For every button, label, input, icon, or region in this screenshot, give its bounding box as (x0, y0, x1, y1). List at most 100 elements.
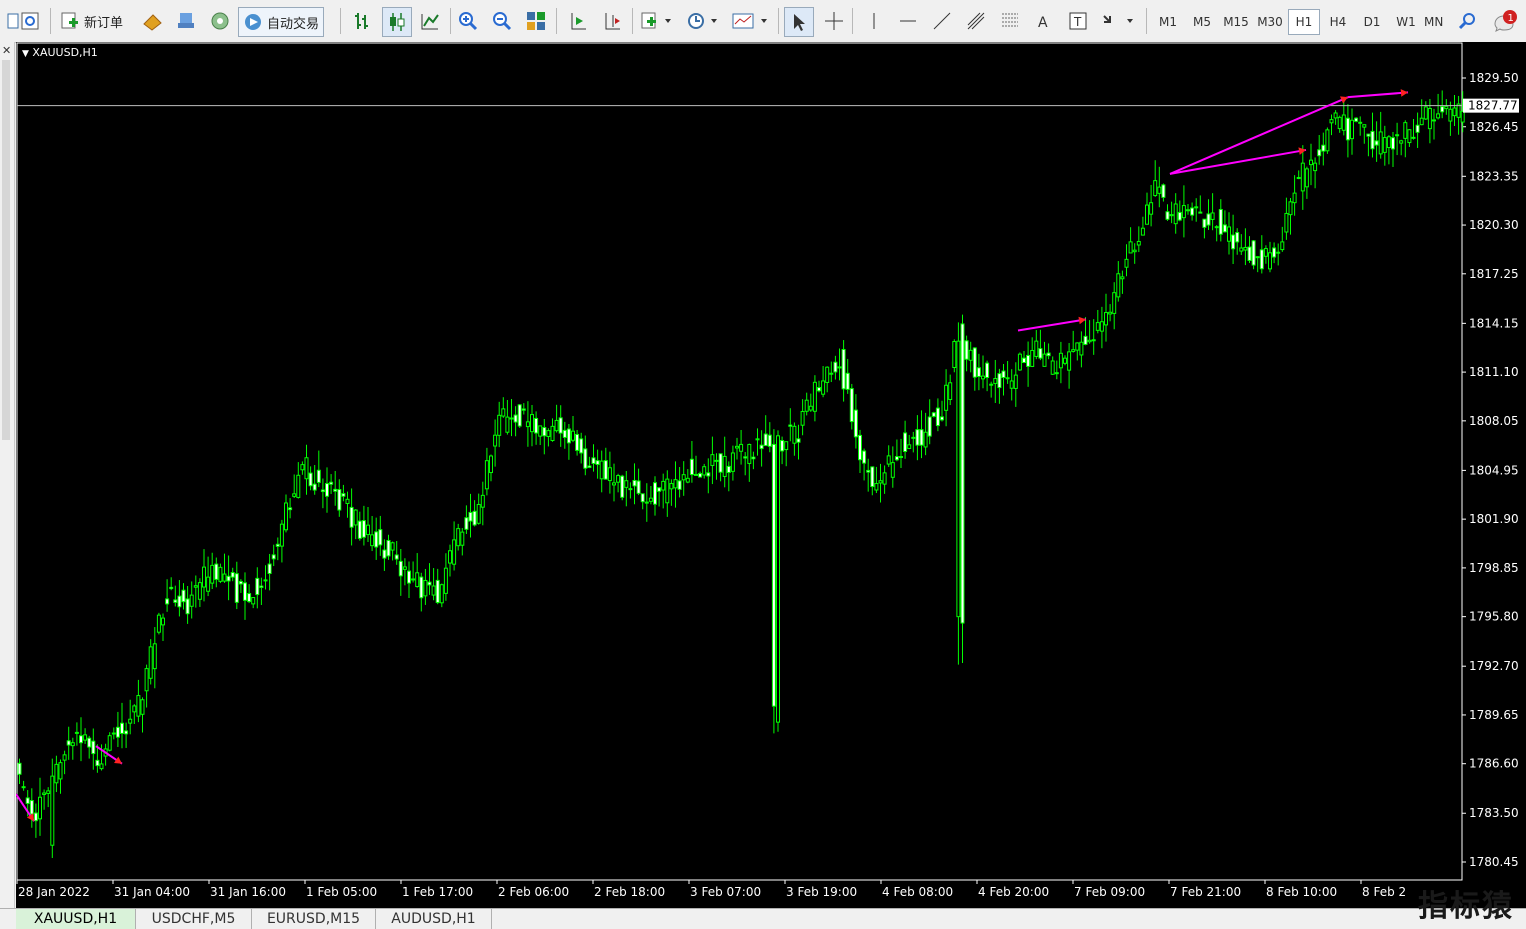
timeframe-m15-button[interactable]: M15 (1220, 9, 1252, 35)
arrow-line[interactable] (1347, 91, 1409, 99)
timeframe-h4-button[interactable]: H4 (1322, 9, 1354, 35)
price-chart[interactable]: 1829.50 1826.45 1823.35 1820.30 1817.25 1814.… (16, 42, 1526, 908)
bull-candle (50, 775, 55, 846)
price-label: 1798.85 (1469, 561, 1519, 575)
tile-windows-icon[interactable] (522, 7, 550, 35)
vertical-line-icon[interactable] (860, 7, 888, 35)
candlestick-chart-icon[interactable] (382, 7, 412, 37)
bull-candle (38, 796, 42, 820)
bar-chart-icon[interactable] (348, 7, 376, 35)
bear-candle (243, 582, 247, 601)
navigator-icon[interactable] (206, 7, 234, 35)
cursor-icon[interactable] (784, 7, 814, 37)
templates-dropdown[interactable] (730, 7, 770, 35)
watermark-logo: 指标猿 (1418, 889, 1514, 924)
bull-candle (1436, 113, 1441, 119)
bull-candle (1386, 136, 1391, 149)
bull-candle (193, 585, 198, 588)
indicators-dropdown[interactable] (638, 7, 674, 35)
bear-candle (1235, 232, 1240, 243)
timeframe-d1-button[interactable]: D1 (1356, 9, 1388, 35)
bull-candle (1304, 168, 1309, 188)
search-icon[interactable] (1454, 7, 1482, 35)
bear-candle (931, 412, 936, 417)
horizontal-line-icon[interactable] (894, 7, 922, 35)
bear-candle (79, 735, 83, 744)
bear-candle (169, 586, 174, 590)
bear-candle (177, 595, 182, 608)
new-order-icon (61, 12, 78, 29)
bear-candle (911, 436, 916, 439)
tab-usdchf-m5[interactable]: USDCHF,M5 (136, 909, 252, 929)
new-order-button[interactable]: 新订单 (56, 7, 127, 35)
text-label-icon[interactable]: T (1064, 7, 1092, 35)
bull-candle (497, 414, 502, 436)
bull-candle (279, 523, 284, 547)
auto-scroll-icon[interactable] (564, 7, 592, 35)
bear-candle (870, 466, 875, 488)
bull-candle (1116, 273, 1121, 298)
bear-candle (234, 573, 239, 603)
bull-candle (599, 460, 604, 480)
crosshair-icon[interactable] (820, 7, 848, 35)
chart-shift-icon[interactable] (598, 7, 626, 35)
timeframe-w1-button[interactable]: W1 (1390, 9, 1422, 35)
arrow-line[interactable] (1169, 148, 1307, 175)
bear-candle (989, 383, 994, 386)
bear-candle (115, 726, 120, 738)
market-watch-icon[interactable] (138, 7, 166, 35)
bull-candle (443, 567, 448, 594)
bull-candle (1058, 352, 1063, 369)
timeframe-m30-button[interactable]: M30 (1254, 9, 1286, 35)
zoom-chart-icon[interactable] (16, 7, 44, 35)
bear-candle (320, 489, 325, 493)
zoom-out-icon[interactable] (488, 7, 516, 35)
periods-dropdown[interactable] (684, 7, 720, 35)
arrow-line[interactable] (1169, 96, 1349, 175)
chart-menu-arrow-icon[interactable]: ▼ (22, 49, 29, 59)
arrows-dropdown[interactable] (1098, 7, 1138, 35)
bull-candle (210, 564, 215, 584)
close-icon[interactable]: ✕ (2, 44, 11, 57)
data-window-icon[interactable] (172, 7, 200, 35)
bear-candle (247, 593, 252, 603)
chart-window[interactable]: 1829.50 1826.45 1823.35 1820.30 1817.25 1814.… (16, 42, 1526, 908)
bull-candle (1067, 351, 1072, 371)
bear-candle (763, 433, 768, 447)
tab-audusd-h1[interactable]: AUDUSD,H1 (376, 909, 492, 929)
bear-candle (817, 387, 821, 392)
bull-candle (480, 494, 485, 508)
bear-candle (1046, 352, 1051, 357)
tab-eurusd-m15[interactable]: EURUSD,M15 (252, 909, 376, 929)
timeframe-m5-button[interactable]: M5 (1186, 9, 1218, 35)
bull-candle (1239, 247, 1244, 252)
bull-candle (62, 754, 67, 761)
timeframe-m1-button[interactable]: M1 (1152, 9, 1184, 35)
bull-candle (58, 762, 63, 780)
bear-candle (1190, 207, 1195, 216)
zoom-in-icon[interactable] (454, 7, 482, 35)
text-icon[interactable]: A (1030, 7, 1058, 35)
bear-candle (1391, 137, 1395, 150)
bear-candle (657, 487, 662, 492)
tab-xauusd-h1[interactable]: XAUUSD,H1 (16, 909, 136, 929)
timeframe-mn-button[interactable]: MN (1424, 9, 1446, 35)
timeframe-h1-button[interactable]: H1 (1288, 9, 1320, 35)
bear-candle (894, 456, 899, 461)
bear-candle (759, 444, 764, 450)
line-chart-icon[interactable] (416, 7, 444, 35)
arrow-line[interactable] (1017, 318, 1087, 332)
auto-trading-button[interactable]: 自动交易 (238, 7, 325, 37)
bull-candle (345, 498, 350, 504)
channel-icon[interactable] (962, 7, 990, 35)
bear-candle (87, 737, 92, 748)
bull-candle (402, 566, 407, 570)
bull-candle (99, 763, 104, 770)
left-scrollbar[interactable] (2, 60, 10, 440)
fibonacci-icon[interactable] (996, 7, 1024, 35)
bear-candle (915, 429, 920, 446)
notifications-icon[interactable]: 1 (1490, 7, 1522, 35)
trendline-icon[interactable] (928, 7, 956, 35)
bear-candle (165, 598, 170, 605)
bear-candle (1026, 354, 1031, 367)
